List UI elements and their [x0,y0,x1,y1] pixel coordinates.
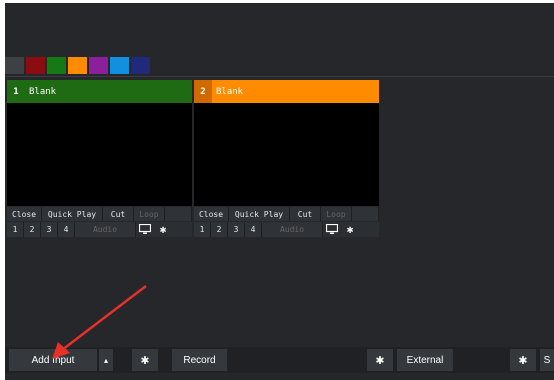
annotation-arrow [52,285,147,359]
arrow-shaft [61,285,147,351]
